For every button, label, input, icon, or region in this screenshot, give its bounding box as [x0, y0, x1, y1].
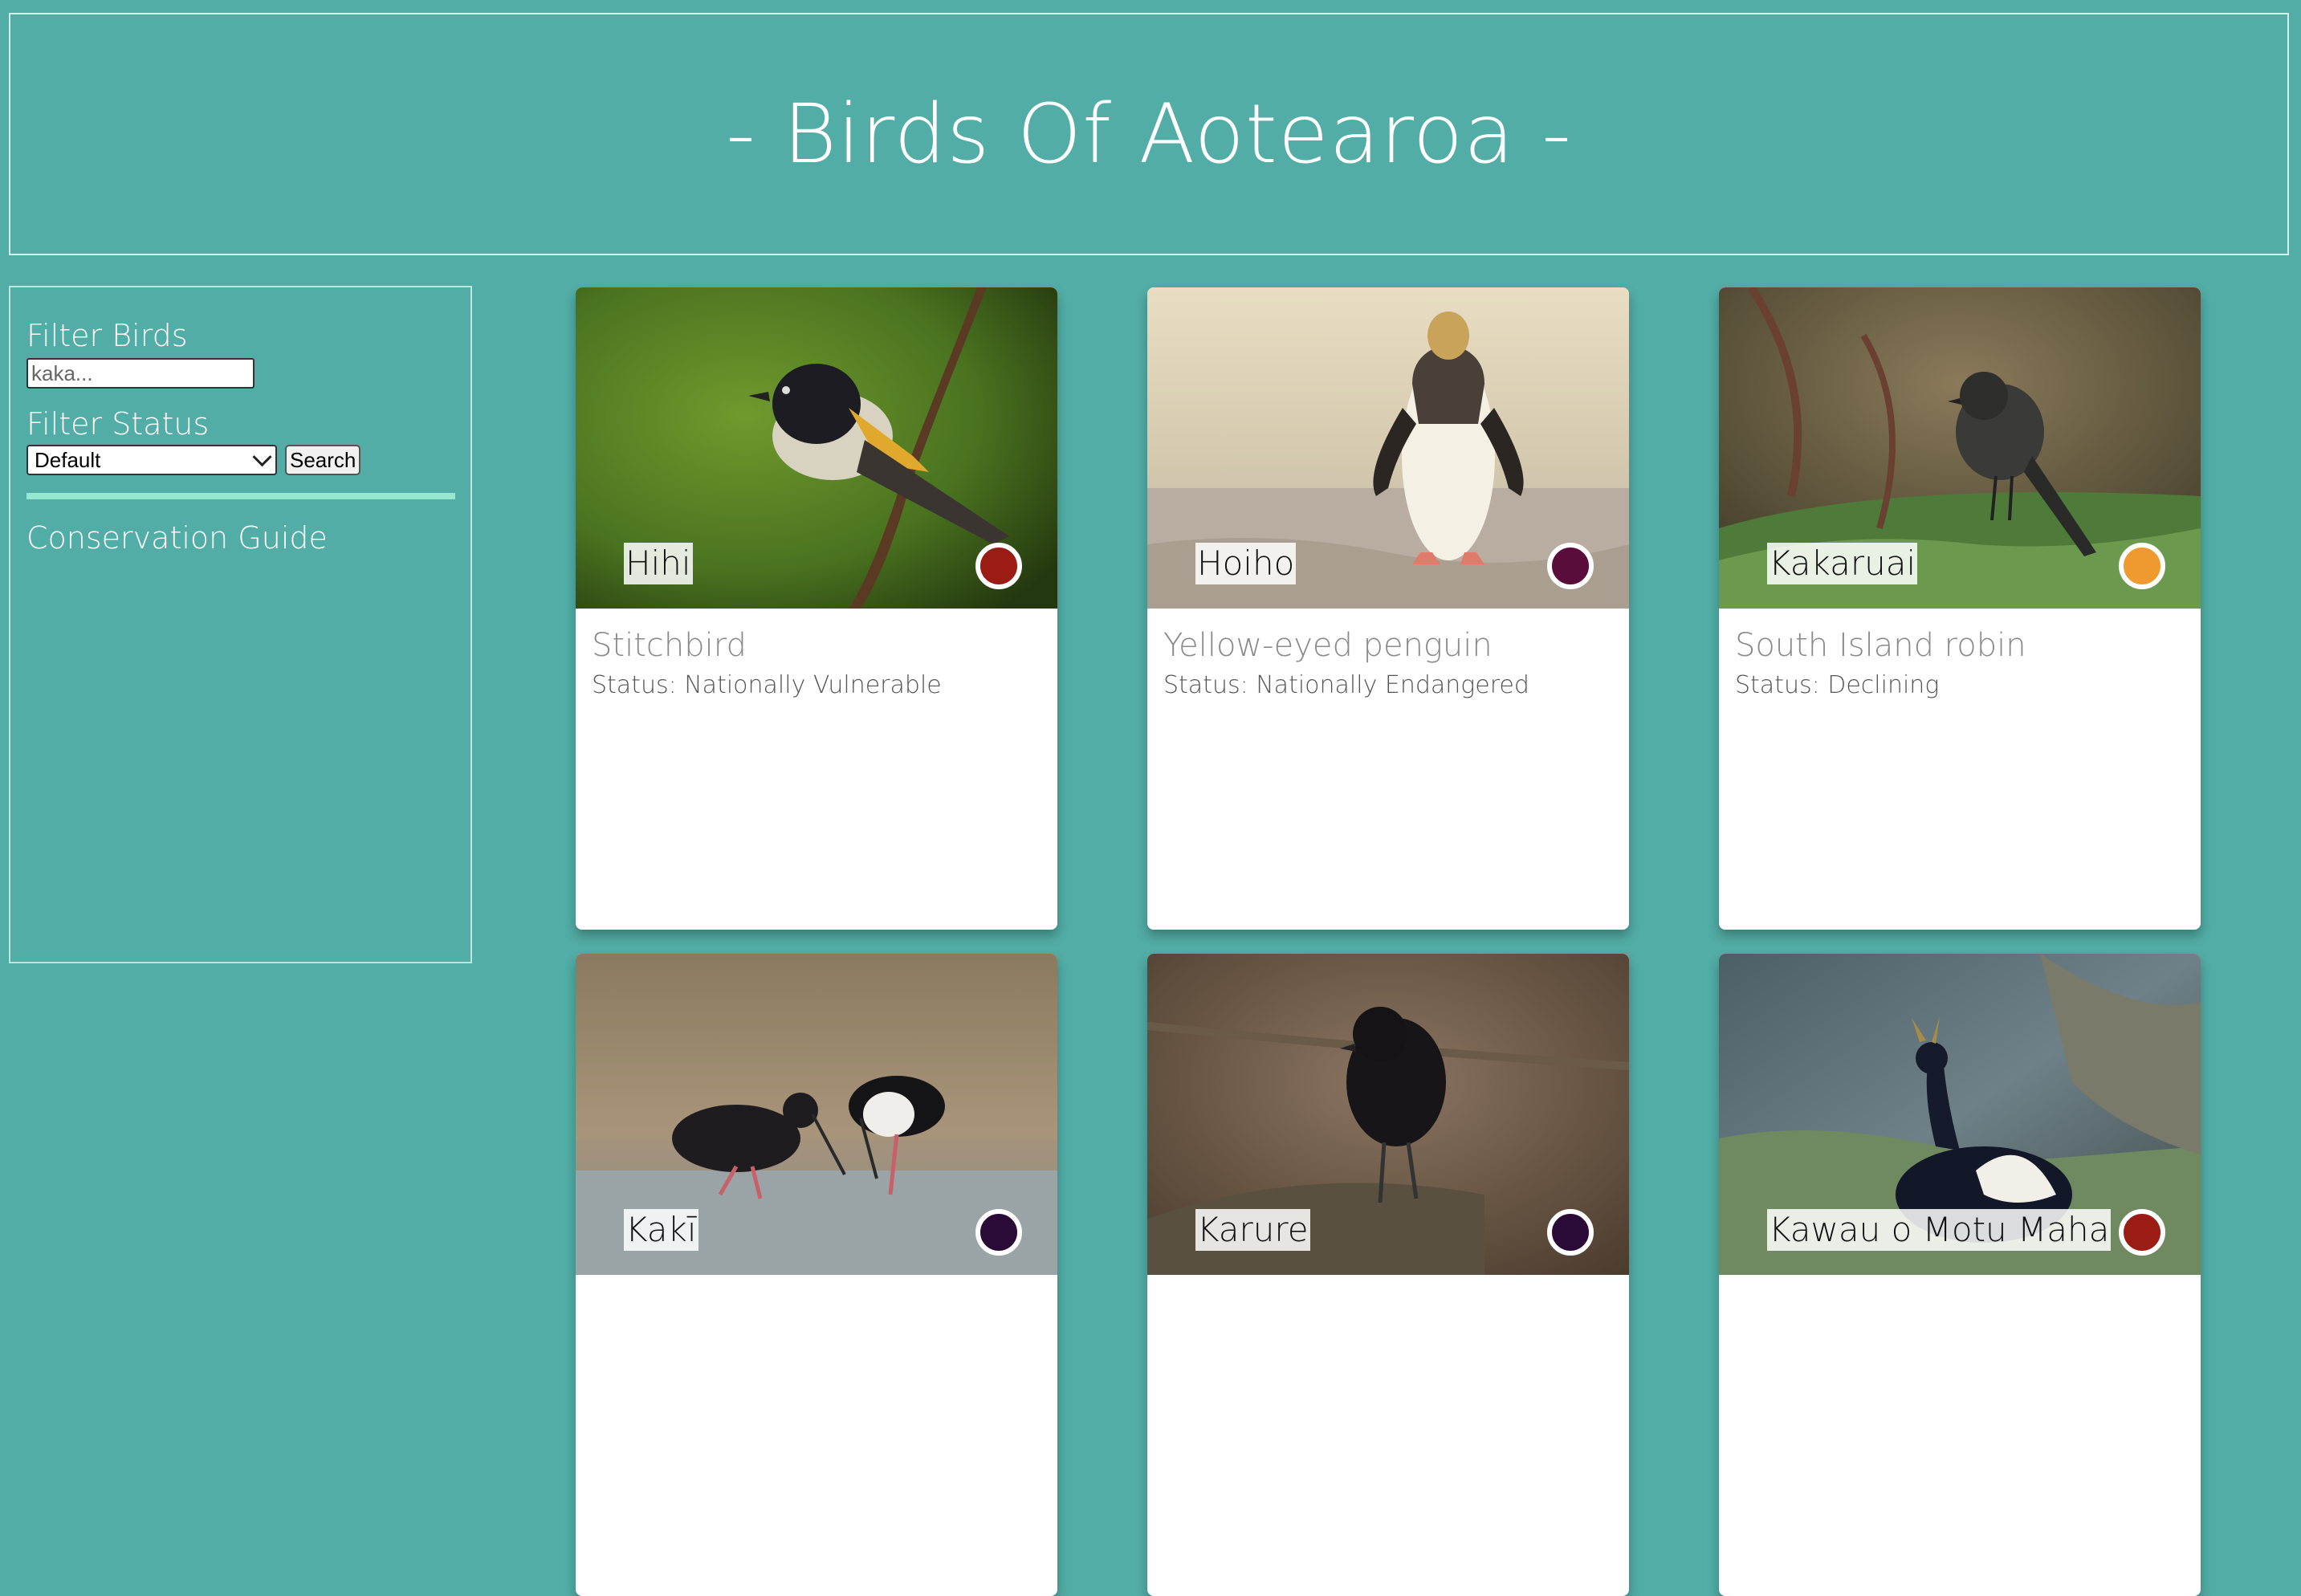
bird-english-name: Yellow-eyed penguin: [1163, 627, 1493, 664]
black-robin-photo: Karure: [1147, 954, 1629, 1275]
bird-maori-name: Kakaruai: [1767, 543, 1918, 584]
penguin-photo: Hoiho: [1147, 287, 1629, 609]
bird-english-name: South Island robin: [1735, 627, 2026, 664]
bird-status: Status: Nationally Vulnerable: [592, 671, 942, 699]
search-button[interactable]: Search: [285, 445, 361, 475]
status-indicator-dot: [2119, 543, 2165, 589]
robin-photo: Kakaruai: [1719, 287, 2201, 609]
bird-maori-name: Kakī: [624, 1209, 698, 1251]
status-indicator-dot: [2119, 1209, 2165, 1256]
bird-english-name: Stitchbird: [592, 627, 747, 664]
bird-maori-name: Hihi: [624, 543, 693, 584]
bird-status: Status: Declining: [1735, 671, 1940, 699]
bird-card[interactable]: Karure: [1147, 954, 1629, 1596]
bird-maori-name: Hoiho: [1195, 543, 1297, 584]
status-filter-row: Default Search: [26, 445, 454, 475]
status-indicator-dot: [975, 1209, 1022, 1256]
bird-card[interactable]: Hihi Stitchbird Status: Nationally Vulne…: [576, 287, 1057, 930]
shag-photo: Kawau o Motu Maha: [1719, 954, 2201, 1275]
bird-maori-name: Karure: [1195, 1209, 1310, 1251]
page-title: - Birds Of Aotearoa -: [726, 86, 1572, 182]
chevron-down-icon: [252, 446, 272, 466]
stitchbird-photo: Hihi: [576, 287, 1057, 609]
conservation-guide-label: Conservation Guide: [26, 520, 328, 556]
filter-sidebar: Filter Birds Filter Status Default Searc…: [9, 286, 472, 963]
page-header: - Birds Of Aotearoa -: [9, 13, 2289, 255]
sidebar-divider: [26, 493, 455, 499]
stilt-photo: Kakī: [576, 954, 1057, 1275]
bird-status: Status: Nationally Endangered: [1163, 671, 1529, 699]
bird-maori-name: Kawau o Motu Maha: [1767, 1209, 2112, 1251]
status-indicator-dot: [1547, 543, 1594, 589]
bird-search-input[interactable]: [26, 358, 255, 389]
bird-card[interactable]: Hoiho Yellow-eyed penguin Status: Nation…: [1147, 287, 1629, 930]
filter-status-label: Filter Status: [26, 406, 210, 442]
bird-card[interactable]: Kawau o Motu Maha: [1719, 954, 2201, 1596]
status-select[interactable]: Default: [26, 445, 277, 475]
filter-birds-label: Filter Birds: [26, 318, 188, 353]
status-indicator-dot: [975, 543, 1022, 589]
bird-card[interactable]: Kakī: [576, 954, 1057, 1596]
status-indicator-dot: [1547, 1209, 1594, 1256]
status-select-value: Default: [35, 447, 101, 472]
bird-card[interactable]: Kakaruai South Island robin Status: Decl…: [1719, 287, 2201, 930]
